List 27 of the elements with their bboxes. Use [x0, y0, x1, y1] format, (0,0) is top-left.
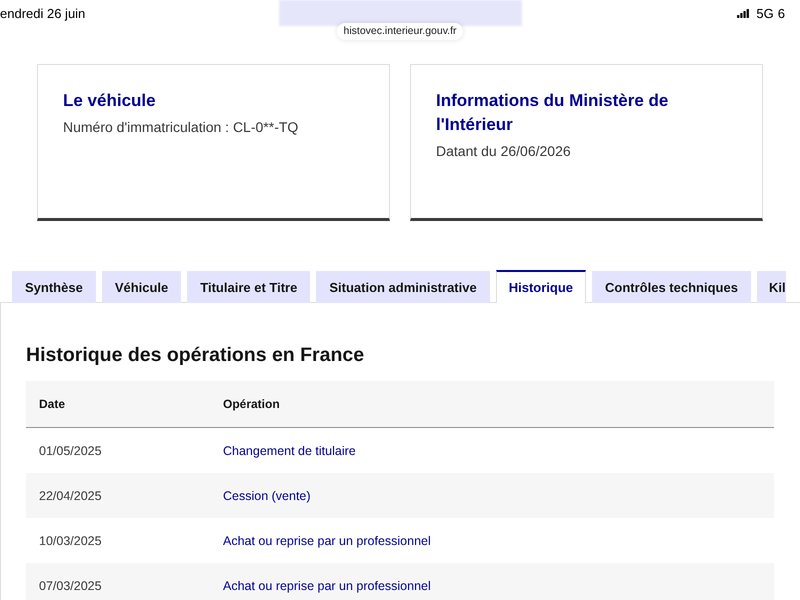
operation-link[interactable]: Changement de titulaire	[223, 444, 356, 458]
card-text: Numéro d'immatriculation : CL-0**-TQ	[63, 118, 300, 137]
section-heading: Historique des opérations en France	[26, 343, 366, 367]
card-title: Le véhicule	[63, 90, 157, 112]
operation-link[interactable]: Achat ou reprise par un professionnel	[223, 578, 431, 592]
signal-icon	[737, 8, 750, 18]
operation-link[interactable]: Achat ou reprise par un professionnel	[223, 534, 431, 548]
tab[interactable]: Synthèse	[12, 271, 96, 303]
card-title: Informations du Ministère de l'Intérieur	[436, 90, 670, 136]
tab[interactable]: Contrôles techniques	[592, 271, 751, 303]
address-bar[interactable]: histovec.interieur.gouv.fr	[337, 23, 463, 40]
tab[interactable]: Situation administrative	[316, 271, 490, 303]
operation-link[interactable]: Cession (vente)	[223, 488, 311, 502]
date-cell-text: 10/03/2025	[38, 534, 103, 548]
tab[interactable]: Historique	[496, 270, 586, 303]
date-cell-text: 07/03/2025	[38, 578, 103, 592]
tab[interactable]: Kil	[756, 271, 786, 303]
column-header: Opération	[222, 397, 280, 411]
battery-percent: 6	[778, 6, 785, 20]
date-cell-text: 01/05/2025	[38, 444, 103, 458]
network-label: 5G	[756, 6, 774, 20]
tab[interactable]: Titulaire et Titre	[187, 271, 310, 303]
date-cell-text: 22/04/2025	[38, 488, 103, 502]
status-date: endredi 26 juin	[0, 6, 86, 20]
tab[interactable]: Véhicule	[102, 271, 182, 303]
column-header: Date	[38, 397, 66, 411]
card-text: Datant du 26/06/2026	[436, 142, 572, 161]
